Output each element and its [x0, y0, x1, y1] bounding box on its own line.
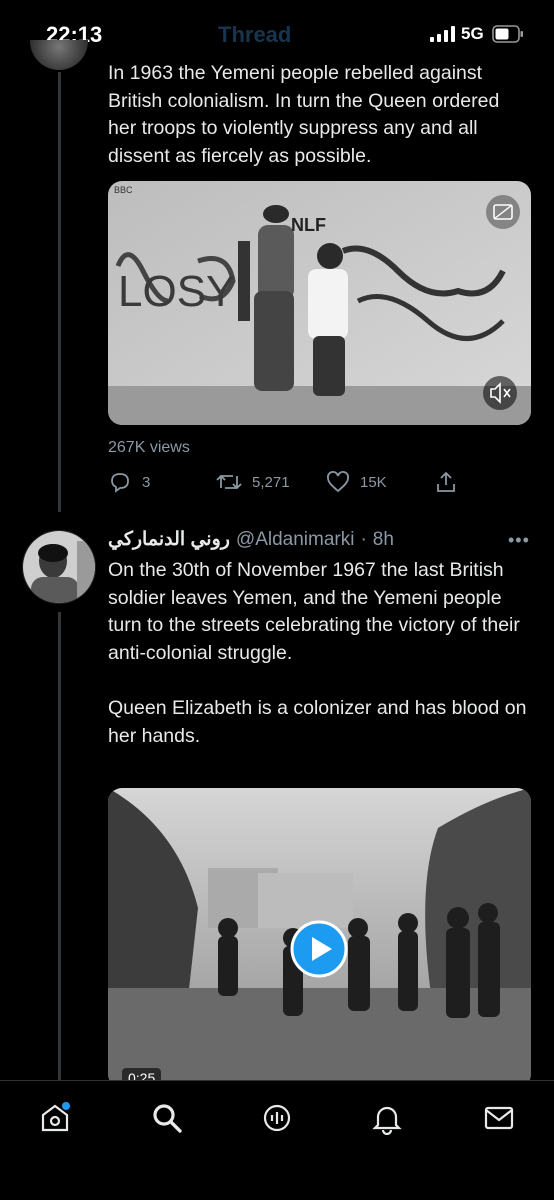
tweet-text: On the 30th of November 1967 the last Br… — [108, 559, 527, 747]
avatar-previous[interactable] — [30, 40, 88, 72]
notifications-icon[interactable] — [370, 1101, 404, 1135]
like-count: 15K — [360, 473, 387, 491]
thread-line — [58, 72, 61, 512]
author-avatar[interactable] — [22, 530, 96, 604]
mute-icon[interactable] — [483, 376, 517, 410]
reply-count: 3 — [142, 473, 151, 491]
separator: · — [360, 528, 367, 550]
tweet-text: In 1963 the Yemeni people rebelled again… — [108, 62, 500, 167]
share-icon — [437, 471, 455, 492]
more-icon[interactable]: ••• — [508, 530, 530, 551]
view-count: 267K views — [108, 439, 190, 456]
play-icon[interactable] — [290, 920, 348, 978]
tweet-video[interactable]: BBC NLF LOSY — [108, 181, 531, 425]
bottom-nav — [0, 1080, 554, 1200]
reply-button[interactable]: 3 — [108, 470, 150, 494]
tweet-header: روني الدنماركي @Aldanimarki · 8h — [108, 528, 528, 551]
retweet-button[interactable]: 5,271 — [216, 470, 290, 494]
author-handle[interactable]: @Aldanimarki — [236, 529, 355, 551]
tweet-time[interactable]: 8h — [373, 529, 394, 551]
tweet-actions: 3 5,271 15K — [108, 470, 528, 498]
signal-icon — [430, 26, 455, 42]
share-button[interactable] — [434, 470, 458, 494]
messages-icon[interactable] — [482, 1101, 516, 1135]
header-title-faded: Thread — [218, 22, 292, 47]
video-label-nlf: NLF — [291, 215, 326, 235]
network-type: 5G — [461, 24, 484, 43]
author-name[interactable]: روني الدنماركي — [108, 528, 230, 551]
reply-icon — [111, 473, 129, 493]
search-icon[interactable] — [150, 1101, 184, 1135]
tweet-video[interactable] — [108, 788, 531, 1088]
retweet-icon — [216, 474, 242, 490]
like-button[interactable]: 15K — [326, 470, 387, 494]
video-label-bbc: BBC — [114, 185, 133, 195]
home-icon[interactable] — [38, 1101, 72, 1135]
captions-icon[interactable] — [486, 195, 520, 229]
spaces-icon[interactable] — [260, 1101, 294, 1135]
battery-icon — [492, 25, 523, 43]
retweet-count: 5,271 — [252, 473, 290, 491]
thread-line — [58, 612, 61, 1082]
like-icon — [327, 471, 349, 493]
video-label-losy: LOSY — [118, 267, 235, 316]
